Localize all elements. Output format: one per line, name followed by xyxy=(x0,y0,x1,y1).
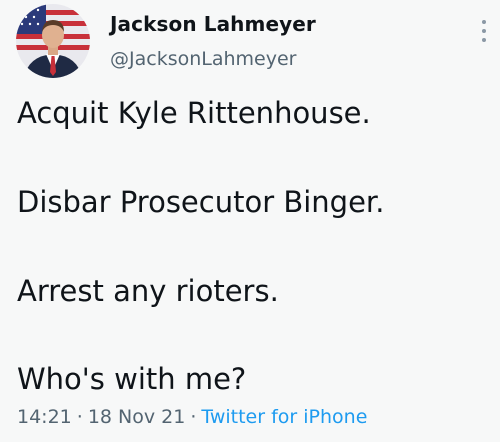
tweet-time[interactable]: 14:21 xyxy=(17,406,72,428)
meta-separator: · xyxy=(190,406,197,428)
meta-separator: · xyxy=(76,406,83,428)
tweet-metadata: 14:21 · 18 Nov 21 · Twitter for iPhone xyxy=(17,406,367,428)
tweet-source-link[interactable]: Twitter for iPhone xyxy=(201,406,367,428)
tweet-card[interactable]: Jackson Lahmeyer @JacksonLahmeyer Acquit… xyxy=(0,0,500,442)
more-vertical-icon[interactable] xyxy=(478,18,490,44)
avatar-photo-icon xyxy=(16,4,90,78)
tweet-text-line: Disbar Prosecutor Binger. xyxy=(17,185,385,219)
avatar[interactable] xyxy=(16,4,90,78)
tweet-date[interactable]: 18 Nov 21 xyxy=(88,406,186,428)
tweet-text-line: Arrest any rioters. xyxy=(17,274,279,308)
tweet-text-line: Who's with me? xyxy=(17,362,247,396)
tweet-text-line: Acquit Kyle Rittenhouse. xyxy=(17,96,371,130)
author-handle[interactable]: @JacksonLahmeyer xyxy=(110,48,296,70)
author-display-name[interactable]: Jackson Lahmeyer xyxy=(110,12,316,36)
